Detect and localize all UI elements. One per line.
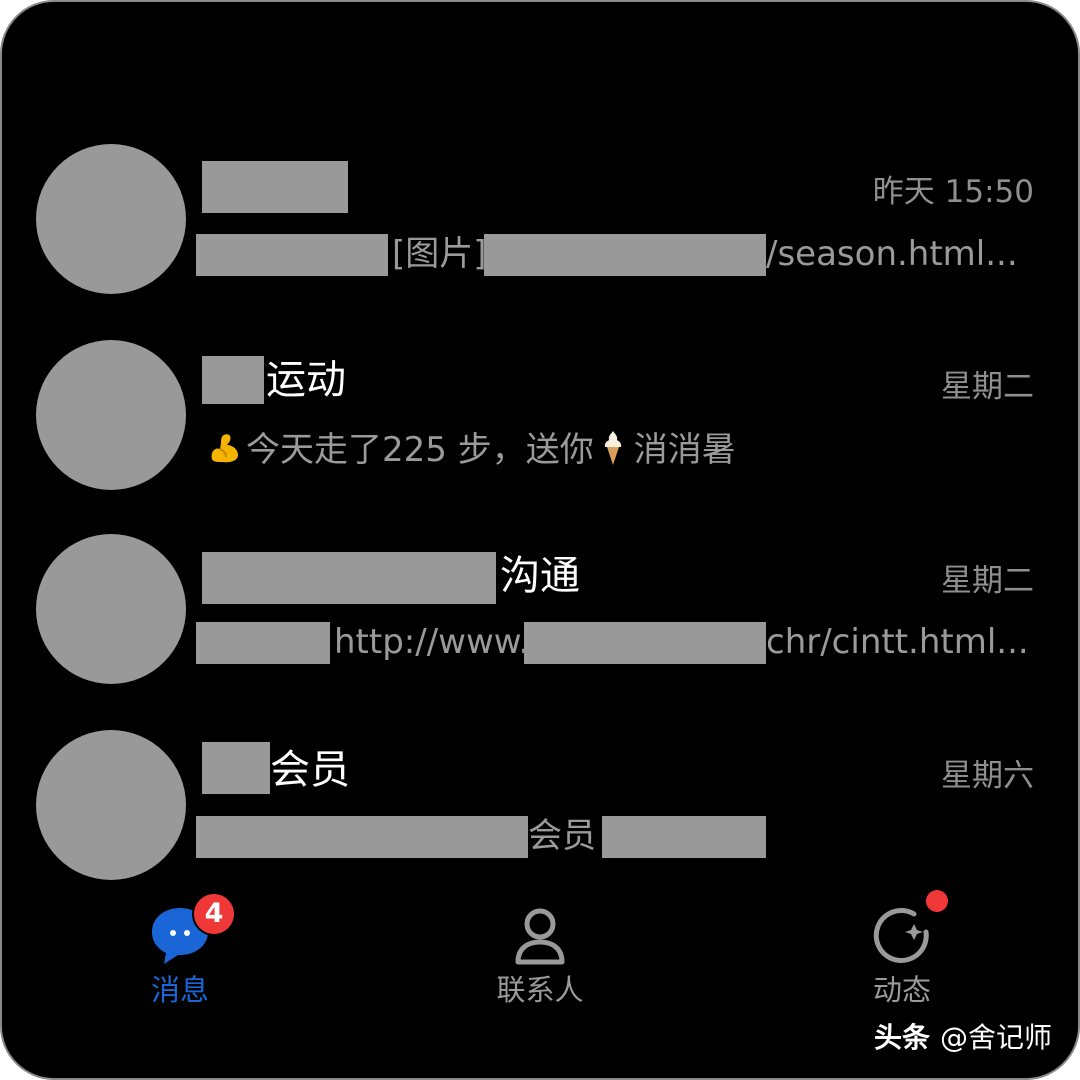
tab-messages[interactable]: 4 消息 <box>100 892 260 1018</box>
redacted-text <box>196 816 528 858</box>
tab-label: 联系人 <box>496 973 584 1007</box>
tab-label: 动态 <box>872 973 931 1007</box>
tab-label: 消息 <box>150 973 209 1007</box>
avatar <box>36 730 186 880</box>
contact-person-icon <box>508 902 572 966</box>
chat-bubble-icon: 4 <box>148 892 236 966</box>
watermark-author: @舍记师 <box>939 1021 1052 1054</box>
unread-badge: 4 <box>192 892 236 936</box>
flexed-biceps-icon <box>211 434 238 463</box>
conversation-item[interactable]: 会员 星期六 会员 <box>2 728 1078 898</box>
avatar <box>36 340 186 490</box>
notification-dot <box>926 890 948 912</box>
conversation-item[interactable]: 运动 星期二 今天走了225 步，送你 消消暑 <box>2 338 1078 508</box>
preview-text: 会员 <box>528 816 596 856</box>
preview-text: [图片] <box>392 234 487 274</box>
redacted-text <box>602 816 766 858</box>
redacted-name <box>202 356 264 404</box>
message-time: 星期二 <box>941 369 1034 405</box>
redacted-text <box>524 622 766 664</box>
conversation-title: 会员 <box>270 747 350 793</box>
redacted-name <box>202 161 348 213</box>
tab-moments[interactable]: 动态 <box>822 890 982 1018</box>
preview-text: 消消暑 <box>633 430 736 470</box>
redacted-text <box>196 622 330 664</box>
preview-text: /season.html... <box>766 234 1018 274</box>
redacted-text <box>196 234 388 276</box>
conversation-item[interactable]: 沟通 星期二 http://www. chr/cintt.html... <box>2 532 1078 702</box>
watermark-platform: 头条 <box>873 1021 930 1054</box>
redacted-text <box>484 234 766 276</box>
conversation-title: 运动 <box>266 357 346 403</box>
preview-text: chr/cintt.html... <box>766 622 1029 662</box>
preview-line: 今天走了225 步，送你 消消暑 <box>206 428 736 472</box>
avatar <box>36 144 186 294</box>
tab-contacts[interactable]: 联系人 <box>460 898 620 1018</box>
avatar <box>36 534 186 684</box>
soft-ice-cream-icon <box>604 431 621 465</box>
watermark: 头条 @舍记师 <box>874 1020 1052 1056</box>
preview-text: 今天走了225 步，送你 <box>246 430 594 470</box>
moments-circle-icon <box>870 890 948 966</box>
message-time: 星期二 <box>941 563 1034 599</box>
app-screen: 昨天 15:50 [图片] /season.html... 运动 星期二 今天走… <box>0 0 1080 1080</box>
conversation-title: 沟通 <box>500 553 580 599</box>
conversation-item[interactable]: 昨天 15:50 [图片] /season.html... <box>2 142 1078 312</box>
redacted-name <box>202 552 496 604</box>
message-time: 昨天 15:50 <box>872 174 1034 210</box>
redacted-name <box>202 742 270 794</box>
message-time: 星期六 <box>941 758 1034 794</box>
preview-text: http://www. <box>334 622 530 662</box>
